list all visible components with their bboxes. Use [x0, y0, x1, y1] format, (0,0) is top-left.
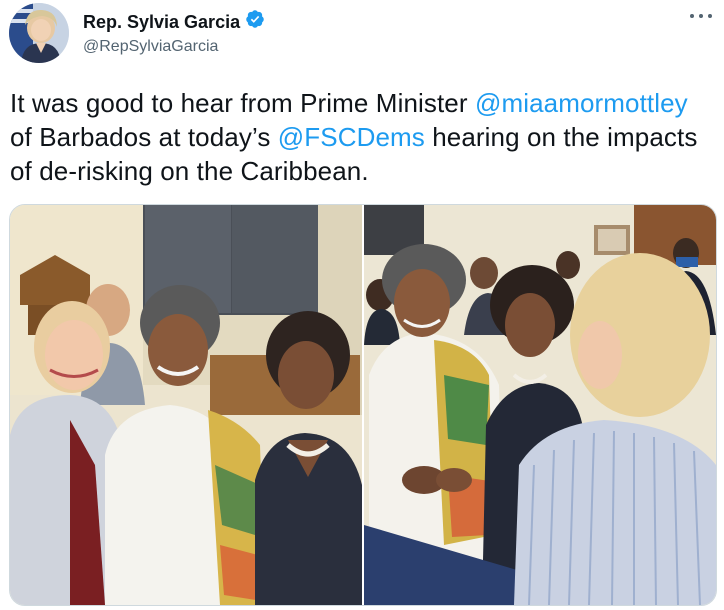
- tweet-text: It was good to hear from Prime Minister …: [10, 86, 714, 188]
- author-info: Rep. Sylvia Garcia @RepSylviaGarcia: [83, 9, 265, 58]
- tweet-photo[interactable]: [10, 205, 362, 605]
- more-options-icon[interactable]: [690, 8, 712, 24]
- display-name-text[interactable]: Rep. Sylvia Garcia: [83, 11, 240, 33]
- tweet-text-part: It was good to hear from Prime Minister: [10, 88, 475, 118]
- tweet-text-part: of Barbados at today’s: [10, 122, 278, 152]
- tweet-header: Rep. Sylvia Garcia @RepSylviaGarcia: [0, 0, 724, 70]
- media-grid: [9, 204, 717, 606]
- verified-badge-icon: [245, 9, 265, 34]
- tweet-photo[interactable]: [364, 205, 716, 605]
- avatar[interactable]: [9, 3, 69, 63]
- author-handle[interactable]: @RepSylviaGarcia: [83, 36, 265, 58]
- mention-link[interactable]: @FSCDems: [278, 122, 425, 152]
- mention-link[interactable]: @miaamormottley: [475, 88, 688, 118]
- author-name[interactable]: Rep. Sylvia Garcia: [83, 9, 265, 34]
